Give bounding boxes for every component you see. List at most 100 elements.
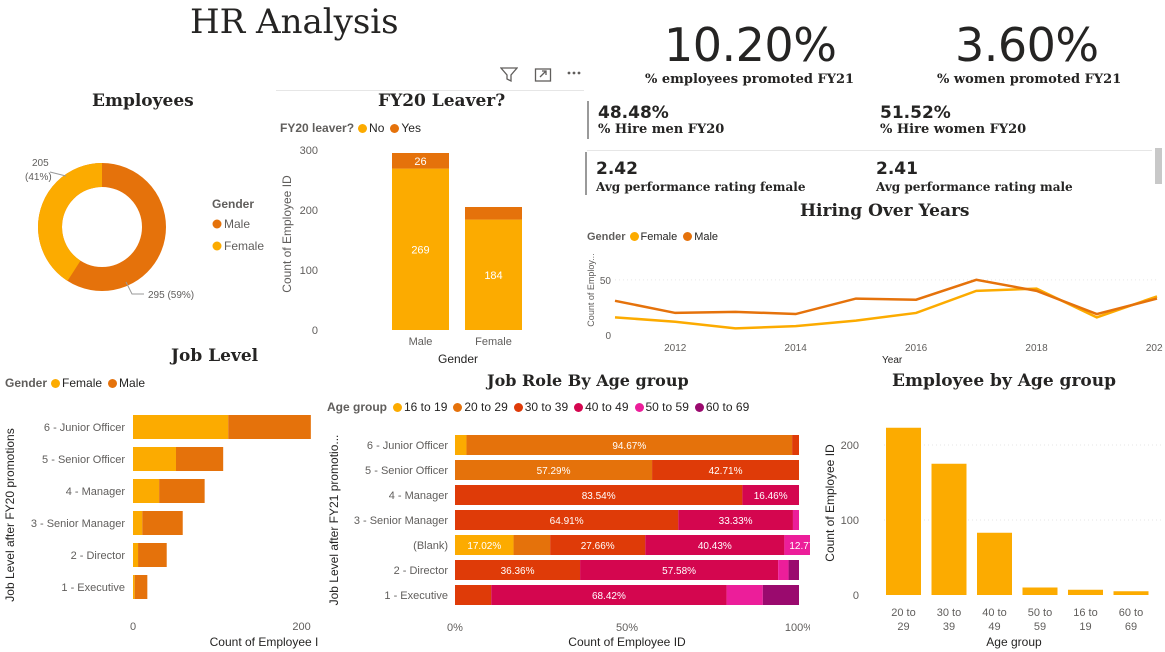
job-level-category-label: 2 - Director: [71, 550, 126, 562]
job-role-category-label: 6 - Junior Officer: [367, 440, 448, 452]
more-options-icon[interactable]: [567, 65, 581, 85]
donut-legend-female[interactable]: Female: [224, 239, 264, 253]
job-role-category-label: 5 - Senior Officer: [365, 465, 448, 477]
age-y-axis-label: Count of Employee ID: [823, 444, 837, 562]
bar-male[interactable]: [138, 543, 167, 567]
data-label: 17.02%: [467, 541, 501, 552]
age-y-tick: 200: [841, 440, 859, 452]
bar-age-40-to-49[interactable]: [977, 532, 1012, 595]
age-y-tick: 0: [853, 590, 859, 602]
donut-label-male: 295 (59%): [148, 290, 194, 301]
bar-segment-16-to-19[interactable]: [455, 435, 467, 455]
line-series-male[interactable]: [614, 278, 1158, 316]
bar-segment-30-to-39[interactable]: [455, 585, 492, 605]
job-role-legend-50-59[interactable]: 50 to 59: [646, 400, 689, 414]
bar-female[interactable]: [133, 543, 139, 567]
leaver-y-axis-label: Count of Employee ID: [280, 175, 294, 293]
bar-segment-50-to-59[interactable]: [778, 560, 789, 580]
kpi-women-promoted-value: 3.60%: [955, 18, 1099, 72]
data-label: 57.29%: [537, 466, 571, 477]
job-role-category-label: 4 - Manager: [389, 490, 449, 502]
bar-segment-60-to-69[interactable]: [762, 585, 799, 605]
line-series-female[interactable]: [614, 287, 1158, 330]
age-y-tick: 100: [841, 515, 859, 527]
leaver-legend-yes[interactable]: Yes: [401, 121, 421, 135]
legend-swatch-20-29: [453, 403, 463, 412]
legend-swatch-30-39: [513, 403, 523, 412]
bar-yes-female[interactable]: [465, 207, 522, 220]
job-role-legend-30-39[interactable]: 30 to 39: [525, 400, 568, 414]
job-role-legend-60-69[interactable]: 60 to 69: [706, 400, 749, 414]
bar-male[interactable]: [134, 575, 148, 599]
hiring-legend-female[interactable]: Female: [641, 231, 678, 243]
bar-age-60-to-69[interactable]: [1113, 591, 1149, 595]
job-level-x-axis-label: Count of Employee I: [210, 635, 319, 649]
job-role-legend-20-29[interactable]: 20 to 29: [464, 400, 507, 414]
kpi-perf-male-value: 2.41: [876, 159, 918, 179]
bar-female[interactable]: [133, 415, 229, 439]
age-x-tick: 59: [1034, 621, 1046, 633]
bar-female[interactable]: [133, 479, 160, 503]
kpi-hire-women-label: % Hire women FY20: [880, 122, 1027, 137]
bar-segment-60-to-69[interactable]: [788, 560, 799, 580]
bar-age-30-to-39[interactable]: [931, 463, 967, 595]
leaver-legend-title: FY20 leaver?: [280, 121, 355, 135]
hiring-legend-male[interactable]: Male: [694, 231, 718, 243]
leaver-legend-no[interactable]: No: [369, 121, 384, 135]
hiring-legend-title: Gender: [587, 231, 626, 243]
hiring-x-tick: 2016: [905, 343, 928, 354]
kpi-promoted-fy21-label: % employees promoted FY21: [645, 72, 855, 87]
bar-female[interactable]: [133, 575, 135, 599]
job-level-category-label: 4 - Manager: [66, 486, 126, 498]
job-level-x-tick: 200: [292, 621, 310, 633]
bar-segment-50-to-59[interactable]: [726, 585, 763, 605]
job-role-legend-40-49[interactable]: 40 to 49: [585, 400, 628, 414]
scrollbar-thumb[interactable]: [1155, 148, 1162, 184]
donut-legend-male[interactable]: Male: [224, 217, 250, 231]
kpi-divider: [585, 152, 587, 195]
kpi-perf-female-value: 2.42: [596, 159, 638, 179]
bar-segment-50-to-59[interactable]: [792, 510, 799, 530]
job-role-x-tick: 0%: [447, 622, 463, 634]
bar-female[interactable]: [133, 447, 176, 471]
bar-male[interactable]: [228, 415, 311, 439]
legend-swatch-no: [358, 124, 368, 133]
filter-icon[interactable]: [499, 67, 519, 87]
leaver-y-tick: 300: [300, 145, 318, 157]
legend-swatch-40-49: [574, 403, 584, 412]
bar-segment-20-to-29[interactable]: [513, 535, 551, 555]
leaver-y-tick: 200: [300, 205, 318, 217]
job-role-category-label: 2 - Director: [394, 565, 449, 577]
bar-segment-30-to-39[interactable]: [792, 435, 799, 455]
job-level-legend-female[interactable]: Female: [62, 376, 102, 390]
job-level-legend-male[interactable]: Male: [119, 376, 145, 390]
hiring-x-tick: 2020: [1146, 343, 1163, 354]
hiring-x-tick: 2012: [664, 343, 687, 354]
job-role-x-tick: 100%: [785, 622, 810, 634]
kpi-hire-women-value: 51.52%: [880, 103, 951, 123]
job-role-legend-16-19[interactable]: 16 to 19: [404, 400, 447, 414]
age-x-tick: 50 to: [1028, 607, 1052, 619]
kpi-card-border: [587, 150, 1152, 151]
hiring-legend: Gender Female Male: [587, 231, 718, 243]
bar-male[interactable]: [175, 447, 224, 471]
job-role-y-axis-label: Job Level after FY21 promotio...: [327, 435, 341, 606]
job-role-x-tick: 50%: [616, 622, 638, 634]
bar-age-16-to-19[interactable]: [1068, 589, 1103, 595]
job-level-x-tick: 0: [130, 621, 136, 633]
bar-female[interactable]: [133, 511, 143, 535]
age-x-tick: 49: [988, 621, 1000, 633]
data-label-female-no: 184: [484, 270, 502, 282]
data-label: 33.33%: [719, 516, 753, 527]
bar-age-20-to-29[interactable]: [886, 427, 921, 595]
age-x-axis-label: Age group: [986, 635, 1042, 649]
age-chart-title: Employee by Age group: [892, 371, 1116, 391]
hiring-x-axis-label: Year: [882, 355, 903, 366]
bar-male[interactable]: [159, 479, 205, 503]
job-level-legend: Gender Female Male: [5, 376, 145, 390]
bar-age-50-to-59[interactable]: [1022, 587, 1058, 596]
leaver-x-axis-label: Gender: [438, 352, 478, 366]
legend-swatch-female: [629, 232, 639, 241]
focus-mode-icon[interactable]: [534, 67, 552, 87]
bar-male[interactable]: [142, 511, 183, 535]
